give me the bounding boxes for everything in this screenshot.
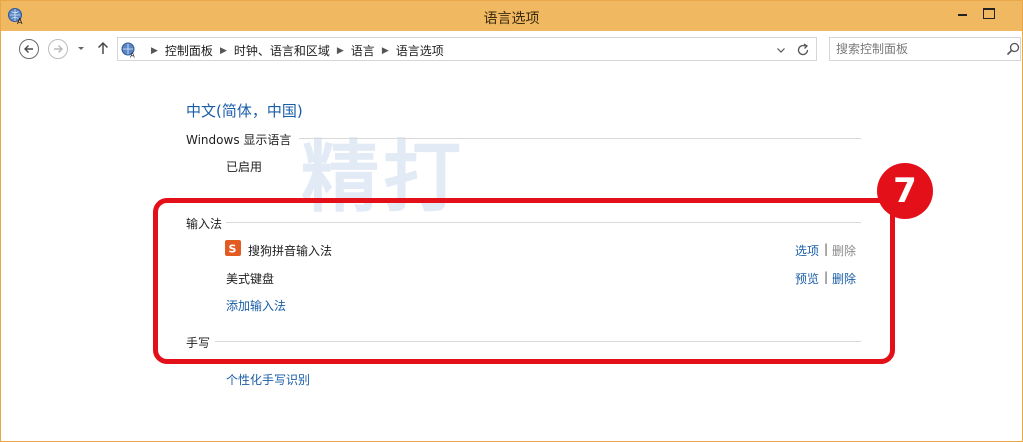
chevron-right-icon[interactable]: ▶: [337, 46, 344, 56]
chevron-right-icon: ▶: [151, 45, 158, 56]
search-icon[interactable]: [1006, 42, 1020, 56]
control-panel-icon: A: [121, 42, 135, 59]
search-input[interactable]: [836, 41, 996, 57]
chevron-right-icon[interactable]: ▶: [382, 46, 389, 56]
arrow-left-icon: [24, 45, 33, 53]
refresh-icon[interactable]: [794, 41, 812, 59]
main-content: 精打 中文(简体，中国) Windows 显示语言 已启用 输入法 S 搜狗拼音…: [1, 67, 1022, 442]
address-bar[interactable]: A ▶ 控制面板 ▶ 时钟、语言和区域 ▶ 语言 ▶ 语言选项: [117, 37, 817, 61]
window-title: 语言选项: [483, 11, 540, 27]
arrow-right-icon: [54, 45, 63, 53]
breadcrumb-clock-language-region[interactable]: 时钟、语言和区域: [234, 42, 330, 59]
title-bar: A 语言选项: [1, 1, 1022, 31]
chevron-right-icon[interactable]: ▶: [220, 46, 227, 56]
display-language-status: 已启用: [226, 160, 263, 174]
address-dropdown-icon[interactable]: [776, 45, 786, 55]
forward-button[interactable]: [48, 39, 68, 59]
breadcrumb: ▶ 控制面板 ▶ 时钟、语言和区域 ▶ 语言 ▶ 语言选项: [144, 42, 444, 59]
breadcrumb-language-options[interactable]: 语言选项: [396, 42, 444, 59]
annotation-highlight-box: [153, 198, 895, 364]
step-number-badge: 7: [877, 163, 933, 219]
display-language-heading: Windows 显示语言: [186, 133, 292, 147]
section-divider: [299, 138, 861, 139]
language-title: 中文(简体，中国): [186, 102, 303, 120]
breadcrumb-control-panel[interactable]: 控制面板: [165, 42, 213, 59]
personalize-handwriting-link[interactable]: 个性化手写识别: [226, 371, 310, 388]
up-arrow-icon[interactable]: [96, 40, 110, 56]
back-button[interactable]: [19, 39, 39, 59]
language-options-window: A 语言选项 A ▶ 控制面板 ▶ 时钟、语言和区域 ▶ 语言 ▶ 语言选项 搜…: [0, 0, 1023, 442]
recent-locations-dropdown-icon[interactable]: [76, 43, 86, 53]
minimize-button[interactable]: [951, 4, 975, 22]
breadcrumb-language[interactable]: 语言: [351, 42, 375, 59]
svg-text:A: A: [130, 52, 135, 59]
maximize-button[interactable]: [977, 4, 1001, 22]
search-box[interactable]: [829, 37, 1021, 61]
navigation-bar: A ▶ 控制面板 ▶ 时钟、语言和区域 ▶ 语言 ▶ 语言选项: [1, 31, 1022, 67]
